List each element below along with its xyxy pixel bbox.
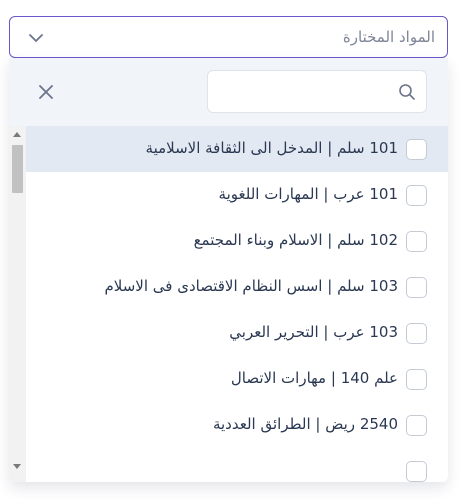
option-item[interactable]: 101 عرب | المهارات اللغوية xyxy=(26,172,448,218)
option-checkbox[interactable] xyxy=(406,231,427,252)
option-checkbox[interactable] xyxy=(406,369,427,390)
close-icon[interactable] xyxy=(36,82,56,102)
options-list: 101 سلم | المدخل الى الثقافة الاسلامية 1… xyxy=(9,126,448,482)
option-label: 103 عرب | التحرير العربي xyxy=(229,323,398,341)
option-label: 103 سلم | اسس النظام الاقتصادى فى الاسلا… xyxy=(104,277,399,295)
select-placeholder: المواد المختارة xyxy=(342,28,435,46)
search-area xyxy=(9,58,448,126)
dropdown-panel: 101 سلم | المدخل الى الثقافة الاسلامية 1… xyxy=(9,58,448,482)
search-input[interactable] xyxy=(207,70,427,113)
option-checkbox[interactable] xyxy=(406,277,427,298)
option-checkbox[interactable] xyxy=(406,415,427,436)
option-label: علم 140 | مهارات الاتصال xyxy=(230,369,398,387)
option-checkbox[interactable] xyxy=(406,185,427,206)
scroll-up-arrow-icon[interactable] xyxy=(13,132,21,137)
option-item[interactable]: 102 سلم | الاسلام وبناء المجتمع xyxy=(26,218,448,264)
option-item[interactable]: 101 سلم | المدخل الى الثقافة الاسلامية xyxy=(26,126,448,172)
option-checkbox[interactable] xyxy=(406,461,427,482)
options-items: 101 سلم | المدخل الى الثقافة الاسلامية 1… xyxy=(26,126,448,482)
option-checkbox[interactable] xyxy=(406,323,427,344)
option-item[interactable] xyxy=(26,448,448,482)
chevron-down-icon[interactable] xyxy=(27,29,45,47)
option-label: 101 سلم | المدخل الى الثقافة الاسلامية xyxy=(145,139,398,157)
option-item[interactable]: 2540 ريض | الطرائق العددية xyxy=(26,402,448,448)
option-label: 2540 ريض | الطرائق العددية xyxy=(212,415,398,433)
option-label: 102 سلم | الاسلام وبناء المجتمع xyxy=(193,231,398,249)
option-item[interactable]: 103 عرب | التحرير العربي xyxy=(26,310,448,356)
scroll-down-arrow-icon[interactable] xyxy=(13,464,21,469)
option-item[interactable]: 103 سلم | اسس النظام الاقتصادى فى الاسلا… xyxy=(26,264,448,310)
scrollbar-thumb[interactable] xyxy=(12,145,23,193)
courses-select[interactable]: المواد المختارة xyxy=(9,16,448,58)
option-label: 101 عرب | المهارات اللغوية xyxy=(218,185,398,203)
option-item[interactable]: علم 140 | مهارات الاتصال xyxy=(26,356,448,402)
option-checkbox[interactable] xyxy=(406,139,427,160)
scrollbar[interactable] xyxy=(9,126,26,482)
